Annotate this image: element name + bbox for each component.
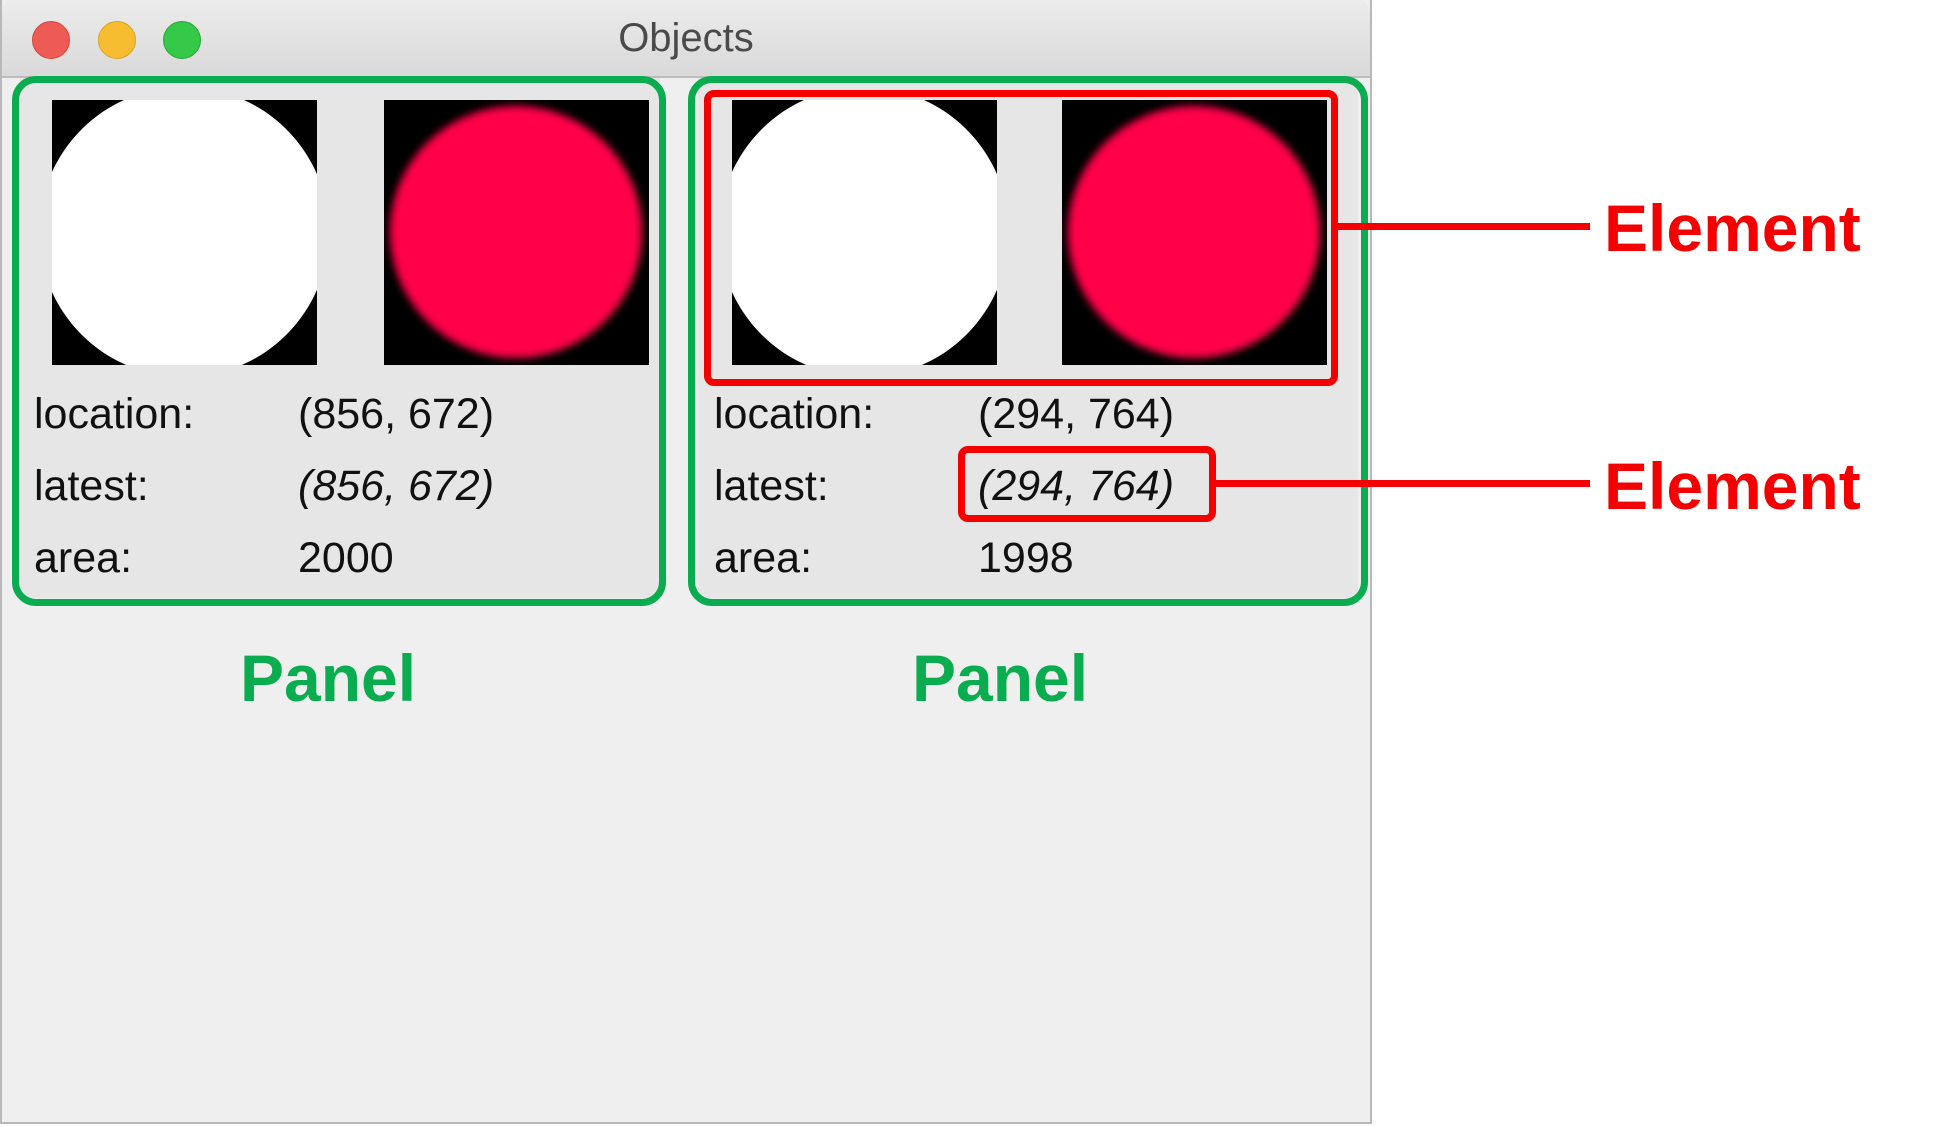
element-annotation-label-top: Element <box>1604 191 1861 265</box>
window-title: Objects <box>618 16 754 60</box>
element-annotation-label-bottom: Element <box>1604 449 1861 523</box>
element-annotation-line-top <box>1338 223 1590 230</box>
title-bar: Objects <box>2 0 1370 78</box>
element-annotation-box-thumbnails <box>704 90 1338 386</box>
element-annotation-box-latest <box>958 446 1216 522</box>
element-annotation-line-bottom <box>1216 480 1590 487</box>
panel-annotation-label-right: Panel <box>912 641 1089 715</box>
panel-annotation-label-left: Panel <box>240 641 417 715</box>
panel-annotation-box-left <box>12 76 666 606</box>
